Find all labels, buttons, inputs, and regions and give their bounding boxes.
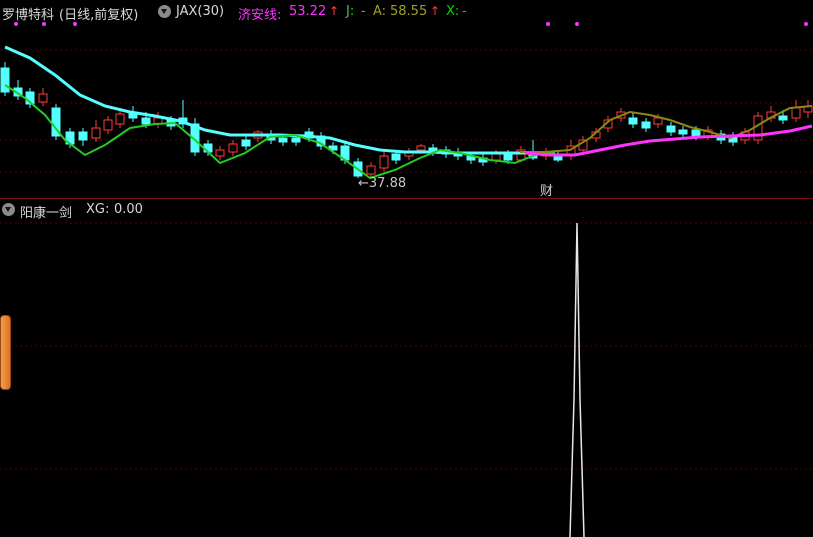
a-value: 58.55 (390, 4, 428, 19)
indicator-dropdown-icon[interactable] (158, 5, 171, 18)
sub-indicator-dropdown-icon[interactable] (2, 203, 15, 216)
candle-body (391, 153, 401, 161)
candle-body (778, 115, 788, 121)
candle-body (38, 93, 48, 103)
jiaxian-label: 济安线: (238, 8, 282, 23)
candle-body (628, 117, 638, 125)
jiaxian-value: 53.22 (289, 4, 327, 19)
x-label: X: (446, 4, 460, 19)
candle-body (666, 125, 676, 133)
finance-event-marker[interactable]: 财 (540, 180, 553, 199)
j-value: - (361, 4, 366, 19)
vertical-scrollbar[interactable] (0, 315, 11, 390)
candle-body (0, 67, 10, 93)
period-label: (日线,前复权) (59, 8, 139, 23)
candle-body (78, 131, 88, 141)
candle-body (366, 165, 376, 175)
candle-body (491, 153, 501, 161)
low-price-marker: ←37.88 (358, 176, 407, 191)
a-up-arrow-icon: ↑ (430, 4, 441, 18)
candle-body (653, 117, 663, 125)
candle-body (503, 153, 513, 161)
candle-body (553, 155, 563, 161)
candle-body (115, 113, 125, 125)
candle-body (141, 117, 151, 125)
sub-indicator-name[interactable]: 阳康一剑 (20, 202, 72, 221)
a-label: A: (373, 4, 387, 19)
candle-body (241, 139, 251, 147)
candle-body (215, 149, 225, 157)
stock-name: 罗博特科 (2, 8, 55, 23)
candle-body (103, 119, 113, 131)
candle-body (791, 107, 801, 119)
x-value: - (462, 4, 467, 19)
candlesticks (0, 62, 813, 178)
candle-body (291, 137, 301, 143)
candle-body (91, 127, 101, 139)
jiaxian-up-arrow-icon: ↑ (329, 4, 340, 18)
xg-signal-line (569, 222, 585, 537)
candle-body (278, 137, 288, 143)
indicator-name[interactable]: JAX(30) (176, 4, 224, 19)
xg-label: XG: (86, 202, 110, 217)
j-label: J: (346, 4, 355, 19)
main-price-chart[interactable] (0, 0, 813, 198)
candle-body (228, 143, 238, 153)
xg-value: 0.00 (114, 202, 143, 217)
sub-grid (0, 222, 813, 470)
candle-body (416, 145, 426, 151)
candle-body (641, 121, 651, 129)
candle-body (691, 129, 701, 137)
candle-body (379, 155, 389, 169)
sub-indicator-chart[interactable] (0, 199, 813, 537)
candle-body (678, 129, 688, 135)
main-header: 罗博特科 (日线,前复权) JAX(30) 济安线: 53.22 ↑ J: - … (0, 0, 813, 24)
